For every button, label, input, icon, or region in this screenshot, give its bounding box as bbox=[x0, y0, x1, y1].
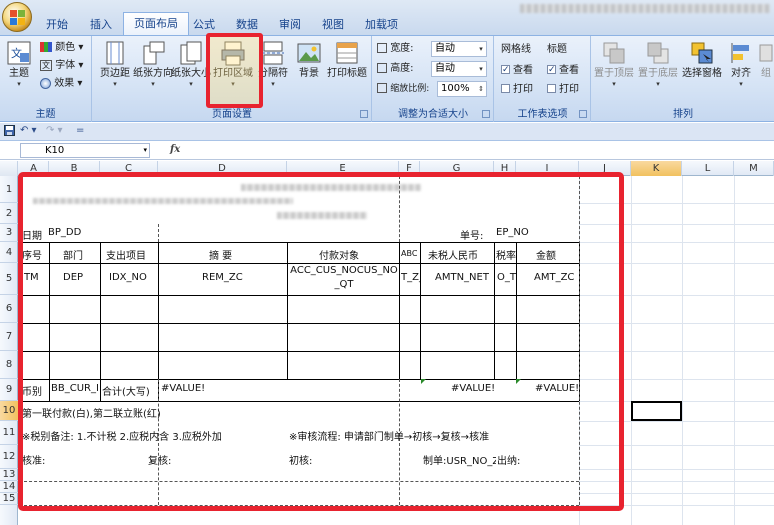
formula-bar: K10 ▾ fx bbox=[0, 142, 774, 160]
row-12[interactable]: 12 bbox=[0, 445, 18, 469]
col-m[interactable]: M bbox=[734, 161, 774, 176]
gridlines-view-checkbox[interactable]: 查看 bbox=[501, 62, 533, 79]
customize-qat-icon[interactable]: = bbox=[76, 125, 84, 136]
row-13[interactable]: 13 bbox=[0, 469, 18, 481]
align-icon bbox=[728, 40, 754, 66]
ribbon-tab-bar: 开始 插入 页面布局 公式 数据 审阅 视图 加载项 bbox=[0, 0, 774, 36]
background-button[interactable]: 背景 bbox=[289, 38, 329, 98]
scale-icon bbox=[377, 83, 387, 93]
redo-icon[interactable]: ↷ ▾ bbox=[46, 125, 63, 136]
selection-pane-icon bbox=[689, 40, 715, 66]
row-4[interactable]: 4 bbox=[0, 242, 18, 263]
arrange-group: 置于顶层 ▾ 置于底层 ▾ 选择窗格 对齐 ▾ 组 排列 bbox=[592, 36, 774, 122]
width-dropdown[interactable]: 自动 ▾ bbox=[431, 41, 487, 57]
background-icon bbox=[296, 40, 322, 66]
scale-to-fit-group: 宽度: 自动 ▾ 高度: 自动 ▾ 缩放比例: 100% ⇕ 调整为合适大小 bbox=[373, 36, 494, 122]
sheet-options-launcher-icon[interactable] bbox=[579, 110, 587, 118]
tab-data[interactable]: 数据 bbox=[226, 14, 268, 35]
name-box[interactable]: K10 ▾ bbox=[20, 143, 150, 158]
row-5[interactable]: 5 bbox=[0, 263, 18, 295]
select-all-corner[interactable] bbox=[0, 161, 18, 176]
bring-to-front-button[interactable]: 置于顶层 ▾ bbox=[594, 38, 634, 98]
active-cell-k10[interactable] bbox=[631, 401, 682, 421]
paper-size-icon bbox=[178, 40, 204, 66]
height-label: 高度: bbox=[377, 61, 414, 77]
tab-insert[interactable]: 插入 bbox=[80, 14, 122, 35]
chevron-down-icon: ▾ bbox=[479, 65, 483, 73]
blurred-title bbox=[520, 4, 770, 13]
scale-spinner[interactable]: 100% ⇕ bbox=[437, 81, 487, 97]
themes-button[interactable]: 文 主题 ▾ bbox=[2, 38, 36, 98]
print-titles-icon bbox=[334, 40, 360, 66]
group-button[interactable]: 组 bbox=[756, 38, 774, 98]
quick-access-toolbar: ↶ ▾ ↷ ▾ = bbox=[0, 123, 774, 141]
headings-heading: 标题 bbox=[547, 44, 567, 55]
bring-front-icon bbox=[601, 40, 627, 66]
theme-group: 文 主题 ▾ 颜色 ▾ 文 字体 ▾ 效果 ▾ 主题 bbox=[0, 36, 92, 122]
sheet-options-group: 网格线 标题 查看 查看 打印 打印 工作表选项 bbox=[495, 36, 591, 122]
tab-home[interactable]: 开始 bbox=[36, 14, 78, 35]
print-titles-button[interactable]: 打印标题 bbox=[325, 38, 369, 98]
orientation-button[interactable]: 纸张方向 ▾ bbox=[133, 38, 173, 98]
gridlines-print-checkbox[interactable]: 打印 bbox=[501, 82, 533, 98]
scale-launcher-icon[interactable] bbox=[482, 110, 490, 118]
row-7[interactable]: 7 bbox=[0, 323, 18, 351]
print-area-region-highlight bbox=[18, 172, 624, 511]
save-icon[interactable] bbox=[4, 125, 15, 139]
print-area-highlight bbox=[206, 33, 263, 108]
tab-formulas[interactable]: 公式 bbox=[183, 14, 225, 35]
selection-pane-button[interactable]: 选择窗格 bbox=[682, 38, 722, 98]
row-2[interactable]: 2 bbox=[0, 203, 18, 224]
size-button[interactable]: 纸张大小 ▾ bbox=[171, 38, 211, 98]
margins-button[interactable]: 页边距 ▾ bbox=[95, 38, 135, 98]
col-k[interactable]: K bbox=[631, 161, 682, 176]
chevron-down-icon: ▾ bbox=[143, 146, 147, 154]
orientation-icon bbox=[140, 40, 166, 66]
height-icon bbox=[377, 63, 387, 73]
group-icon bbox=[759, 40, 773, 66]
row-headers: 1 2 3 4 5 6 7 8 9 10 11 12 13 14 15 bbox=[0, 176, 18, 525]
undo-icon[interactable]: ↶ ▾ bbox=[20, 125, 37, 136]
effects-icon bbox=[40, 77, 51, 89]
theme-colors-button[interactable]: 颜色 ▾ bbox=[40, 40, 83, 56]
tab-page-layout[interactable]: 页面布局 bbox=[123, 12, 189, 36]
row-1[interactable]: 1 bbox=[0, 176, 18, 203]
theme-fonts-button[interactable]: 文 字体 ▾ bbox=[40, 58, 83, 74]
tab-addins[interactable]: 加载项 bbox=[355, 14, 408, 35]
height-dropdown[interactable]: 自动 ▾ bbox=[431, 61, 487, 77]
row-3[interactable]: 3 bbox=[0, 224, 18, 242]
send-back-icon bbox=[645, 40, 671, 66]
row-9[interactable]: 9 bbox=[0, 379, 18, 401]
office-button[interactable] bbox=[2, 2, 32, 32]
margins-icon bbox=[102, 40, 128, 66]
themes-icon: 文 bbox=[6, 40, 32, 66]
chevron-down-icon: ▾ bbox=[479, 45, 483, 53]
width-icon bbox=[377, 43, 387, 53]
ribbon: 文 主题 ▾ 颜色 ▾ 文 字体 ▾ 效果 ▾ 主题 页边距▾ 纸张方向▾ bbox=[0, 35, 774, 122]
col-l[interactable]: L bbox=[682, 161, 734, 176]
gridlines-heading: 网格线 bbox=[501, 44, 531, 55]
row-14[interactable]: 14 bbox=[0, 481, 18, 493]
tab-view[interactable]: 视图 bbox=[312, 14, 354, 35]
scale-label: 缩放比例: bbox=[377, 81, 429, 97]
align-button[interactable]: 对齐 ▾ bbox=[726, 38, 756, 98]
theme-effects-button[interactable]: 效果 ▾ bbox=[40, 76, 82, 92]
breaks-icon bbox=[260, 40, 286, 66]
fonts-icon: 文 bbox=[40, 59, 52, 71]
row-15[interactable]: 15 bbox=[0, 493, 18, 505]
row-10[interactable]: 10 bbox=[0, 401, 18, 421]
send-to-back-button[interactable]: 置于底层 ▾ bbox=[638, 38, 678, 98]
row-8[interactable]: 8 bbox=[0, 351, 18, 379]
spinner-icon: ⇕ bbox=[478, 85, 484, 93]
row-6[interactable]: 6 bbox=[0, 295, 18, 323]
colors-icon bbox=[40, 42, 52, 52]
headings-view-checkbox[interactable]: 查看 bbox=[547, 62, 579, 79]
headings-print-checkbox[interactable]: 打印 bbox=[547, 82, 579, 98]
page-setup-launcher-icon[interactable] bbox=[360, 110, 368, 118]
tab-review[interactable]: 审阅 bbox=[269, 14, 311, 35]
fx-icon[interactable]: fx bbox=[170, 144, 180, 155]
row-11[interactable]: 11 bbox=[0, 421, 18, 445]
width-label: 宽度: bbox=[377, 41, 414, 57]
office-logo-icon bbox=[10, 10, 26, 26]
